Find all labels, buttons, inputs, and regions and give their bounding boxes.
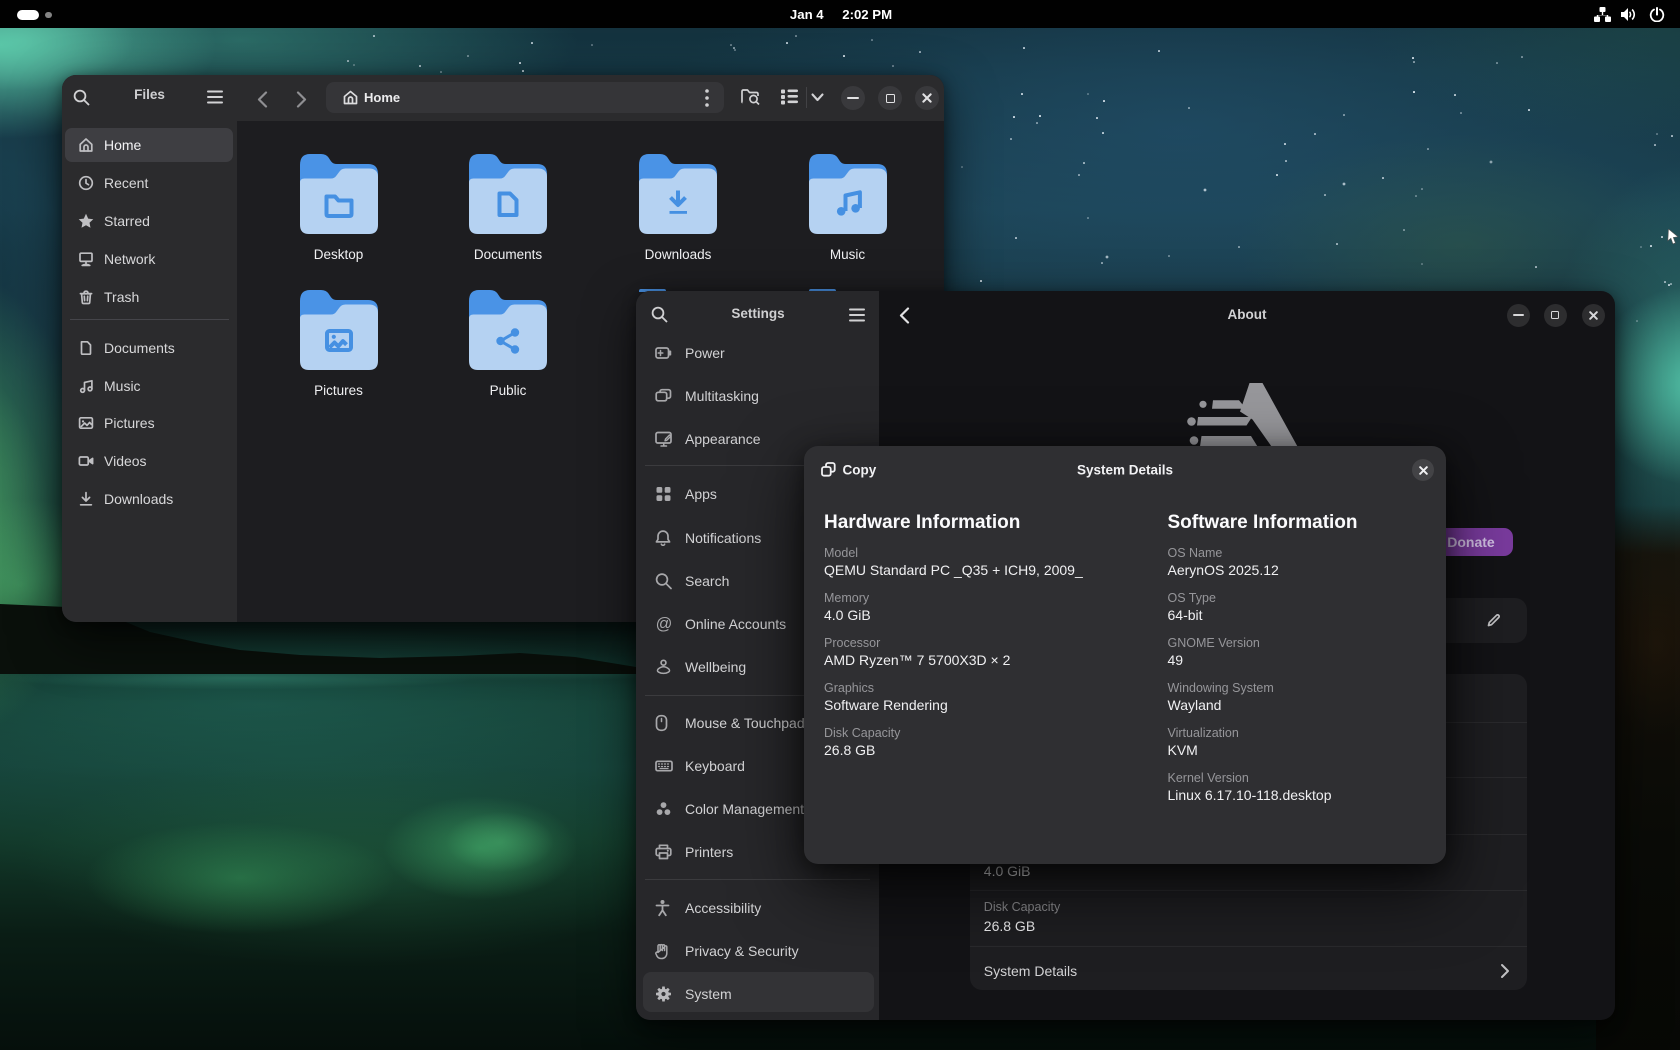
svg-text:@: @ — [656, 615, 673, 633]
